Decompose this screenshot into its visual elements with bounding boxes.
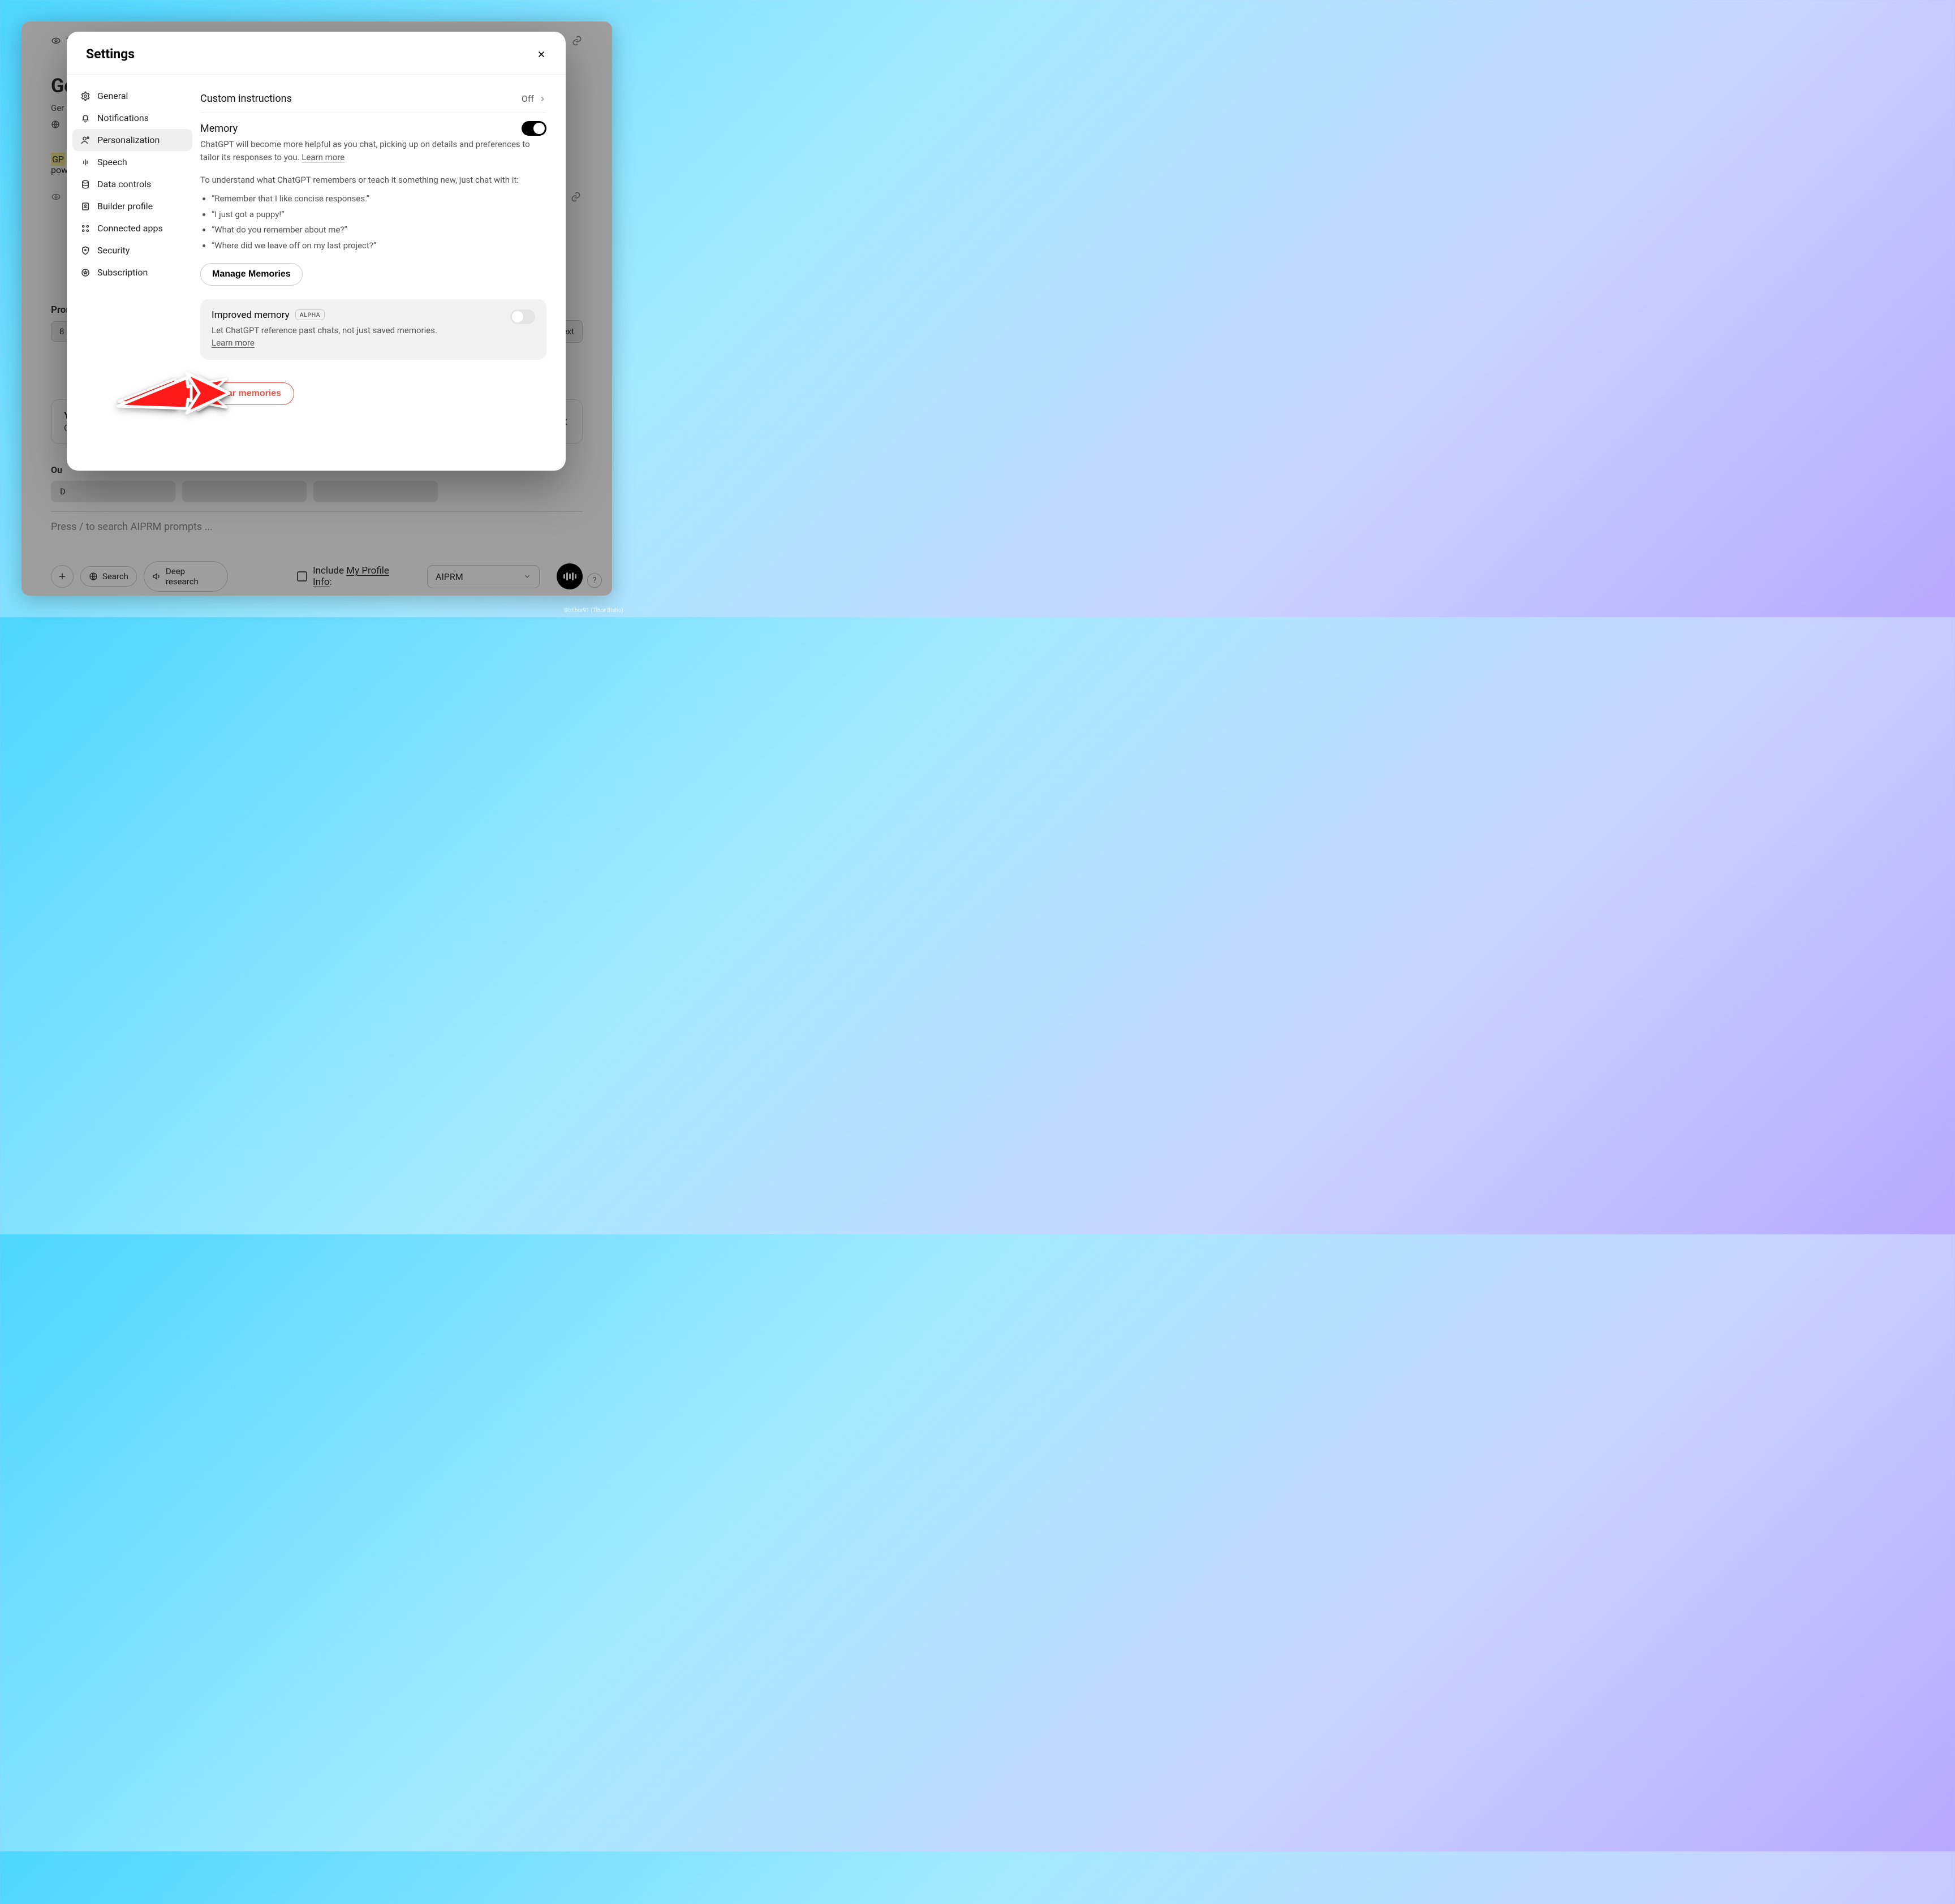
memory-label: Memory xyxy=(200,123,238,135)
sidebar-item-general[interactable]: General xyxy=(72,85,192,107)
settings-main: Custom instructions Off Memory ChatGPT w… xyxy=(198,75,566,471)
learn-more-link[interactable]: Learn more xyxy=(302,152,345,162)
sidebar-item-data-controls[interactable]: Data controls xyxy=(72,173,192,195)
bell-icon xyxy=(80,113,91,123)
chevron-right-icon xyxy=(539,95,546,103)
improved-memory-toggle[interactable] xyxy=(510,309,535,324)
memory-example: “I just got a puppy!” xyxy=(212,207,546,223)
custom-instructions-value: Off xyxy=(522,93,534,104)
improved-memory-card: Improved memory ALPHA Let ChatGPT refere… xyxy=(200,299,546,360)
memory-example: “Where did we leave off on my last proje… xyxy=(212,238,546,254)
sidebar-item-label: Security xyxy=(97,245,130,256)
sidebar-item-label: Subscription xyxy=(97,267,148,278)
sidebar-item-builder-profile[interactable]: Builder profile xyxy=(72,195,192,217)
learn-more-link[interactable]: Learn more xyxy=(212,338,255,348)
sidebar-item-security[interactable]: Security xyxy=(72,239,192,261)
sidebar-item-subscription[interactable]: Subscription xyxy=(72,261,192,283)
sidebar-item-label: Connected apps xyxy=(97,223,163,234)
memory-example: “Remember that I like concise responses.… xyxy=(212,191,546,207)
sidebar-item-personalization[interactable]: Personalization xyxy=(72,129,192,151)
custom-instructions-label: Custom instructions xyxy=(200,93,292,105)
sidebar-item-label: General xyxy=(97,91,128,101)
sidebar-item-label: Notifications xyxy=(97,113,149,123)
improved-memory-desc: Let ChatGPT reference past chats, not ju… xyxy=(212,324,502,350)
improved-memory-title: Improved memory xyxy=(212,309,290,321)
image-credit: ©btibor91 (Tibor Blaho) xyxy=(564,608,623,614)
person-icon xyxy=(80,135,91,145)
sidebar-item-label: Personalization xyxy=(97,135,160,145)
waveform-icon xyxy=(80,157,91,167)
memory-example: “What do you remember about me?” xyxy=(212,222,546,238)
sidebar-item-label: Speech xyxy=(97,157,127,167)
star-gear-icon xyxy=(80,268,91,278)
sidebar-item-connected-apps[interactable]: Connected apps xyxy=(72,217,192,239)
database-icon xyxy=(80,179,91,189)
modal-title: Settings xyxy=(86,46,135,62)
memory-description-2: To understand what ChatGPT remembers or … xyxy=(200,174,546,187)
annotation-arrow xyxy=(113,362,232,424)
memory-toggle[interactable] xyxy=(522,121,546,136)
shield-icon xyxy=(80,245,91,256)
memory-examples: “Remember that I like concise responses.… xyxy=(212,191,546,254)
id-card-icon xyxy=(80,201,91,212)
sidebar-item-notifications[interactable]: Notifications xyxy=(72,107,192,129)
sidebar-item-label: Data controls xyxy=(97,179,151,189)
sidebar-item-label: Builder profile xyxy=(97,201,153,212)
memory-description-1: ChatGPT will become more helpful as you … xyxy=(200,138,546,165)
custom-instructions-row[interactable]: Custom instructions Off xyxy=(200,85,546,113)
alpha-badge: ALPHA xyxy=(295,309,325,320)
gear-icon xyxy=(80,91,91,101)
sidebar-item-speech[interactable]: Speech xyxy=(72,151,192,173)
manage-memories-button[interactable]: Manage Memories xyxy=(200,263,303,286)
close-button[interactable] xyxy=(536,49,546,59)
apps-icon xyxy=(80,223,91,234)
